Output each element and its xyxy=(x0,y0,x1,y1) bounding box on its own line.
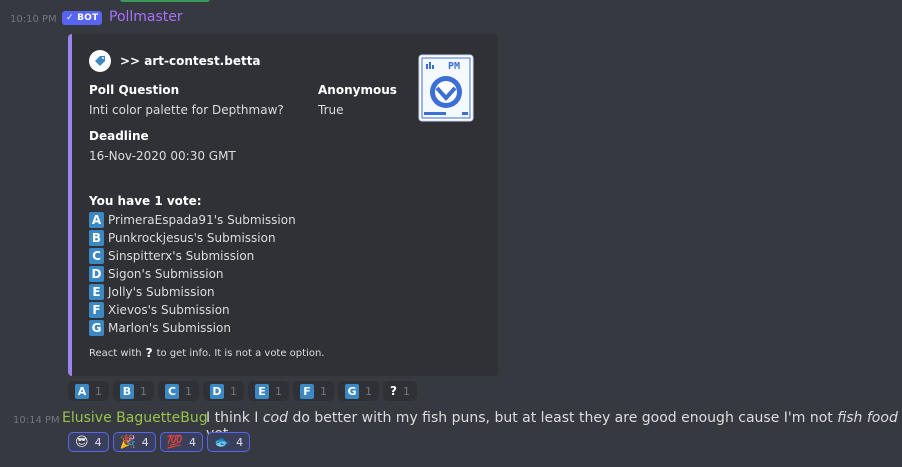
message-reactions: 😎 4 🎉 4 💯 4 🐟 4 xyxy=(68,432,251,452)
reaction-count: 1 xyxy=(365,384,372,398)
poll-reactions: A1 B1 C1 D1 E1 F1 G1 ? 1 xyxy=(68,381,417,401)
reaction-count: 1 xyxy=(230,384,237,398)
option-label: PrimeraEspada91's Submission xyxy=(108,213,296,227)
message-timestamp: 10:14 PM xyxy=(13,415,60,426)
poll-option-e: E Jolly's Submission xyxy=(89,284,215,300)
fish-emoji-icon: 🐟 xyxy=(213,434,231,450)
previous-message-fragment xyxy=(120,0,210,2)
reaction-count: 1 xyxy=(320,384,327,398)
field-value-deadline: 16-Nov-2020 00:30 GMT xyxy=(89,149,236,163)
option-label: Xievos's Submission xyxy=(108,303,230,317)
field-value-poll-question: Inti color palette for Depthmaw? xyxy=(89,103,284,117)
reaction-count: 1 xyxy=(275,384,282,398)
pollmaster-logo-icon: PM xyxy=(418,54,474,122)
tag-icon xyxy=(89,50,111,72)
poll-option-b: B Punkrockjesus's Submission xyxy=(89,230,276,246)
poll-option-g: G Marlon's Submission xyxy=(89,320,231,336)
embed-author: >> art-contest.betta xyxy=(89,50,261,72)
letter-a-icon: A xyxy=(89,212,104,228)
reaction-hundred[interactable]: 💯 4 xyxy=(159,432,203,452)
letter-b-icon: B xyxy=(89,230,104,246)
votes-title: You have 1 vote: xyxy=(89,194,202,208)
letter-f-icon: F xyxy=(300,383,314,399)
reaction-e[interactable]: E1 xyxy=(248,381,289,401)
message-text: I think I xyxy=(206,410,263,426)
letter-f-icon: F xyxy=(89,302,104,318)
option-label: Jolly's Submission xyxy=(108,285,215,299)
poll-option-a: A PrimeraEspada91's Submission xyxy=(89,212,296,228)
reaction-party[interactable]: 🎉 4 xyxy=(112,432,156,452)
letter-e-icon: E xyxy=(89,284,104,300)
reaction-count: 4 xyxy=(141,435,149,449)
message-text-italic: fish food xyxy=(837,410,898,426)
embed-footer: React with ? to get info. It is not a vo… xyxy=(89,346,324,360)
letter-c-icon: C xyxy=(89,248,104,264)
poll-embed: >> art-contest.betta PM Poll Question In… xyxy=(68,34,498,376)
field-name-deadline: Deadline xyxy=(89,129,149,143)
reaction-count: 4 xyxy=(236,435,244,449)
message-author[interactable]: Elusive BaguetteBug xyxy=(62,410,208,426)
poll-option-d: D Sigon's Submission xyxy=(89,266,224,282)
field-name-poll-question: Poll Question xyxy=(89,83,180,97)
reaction-d[interactable]: D1 xyxy=(203,381,244,401)
reaction-b[interactable]: B1 xyxy=(113,381,154,401)
letter-d-icon: D xyxy=(89,266,104,282)
letter-b-icon: B xyxy=(120,383,134,399)
reaction-c[interactable]: C1 xyxy=(158,381,199,401)
reaction-fish[interactable]: 🐟 4 xyxy=(206,432,251,452)
sunglasses-emoji-icon: 😎 xyxy=(75,434,89,450)
reaction-count: 4 xyxy=(94,435,102,449)
reaction-count: 1 xyxy=(185,384,192,398)
bot-badge: ✓ BOT xyxy=(62,11,103,25)
thumbnail-label: PM xyxy=(448,61,460,72)
letter-a-icon: A xyxy=(75,383,89,399)
option-label: Sigon's Submission xyxy=(108,267,224,281)
letter-e-icon: E xyxy=(255,383,269,399)
option-label: Punkrockjesus's Submission xyxy=(108,231,276,245)
embed-author-name[interactable]: >> art-contest.betta xyxy=(120,54,261,68)
party-popper-emoji-icon: 🎉 xyxy=(119,434,136,450)
reaction-f[interactable]: F1 xyxy=(293,381,334,401)
option-label: Marlon's Submission xyxy=(108,321,231,335)
reaction-question[interactable]: ? 1 xyxy=(383,381,417,401)
message-timestamp: 10:10 PM xyxy=(10,14,57,25)
footer-text-after: to get info. It is not a vote option. xyxy=(156,347,325,359)
message-text: do better with my fish puns, but at leas… xyxy=(288,410,838,426)
poll-option-f: F Xievos's Submission xyxy=(89,302,230,318)
hundred-points-emoji-icon: 💯 xyxy=(166,434,183,450)
message-author[interactable]: Pollmaster xyxy=(109,9,183,25)
poll-option-c: C Sinspitterx's Submission xyxy=(89,248,254,264)
option-label: Sinspitterx's Submission xyxy=(108,249,255,263)
question-mark-icon: ? xyxy=(390,384,397,398)
letter-d-icon: D xyxy=(210,383,224,399)
message-text-italic: cod xyxy=(262,410,288,426)
reaction-count: 1 xyxy=(402,384,410,398)
letter-g-icon: G xyxy=(89,320,104,336)
reaction-g[interactable]: G1 xyxy=(338,381,379,401)
reaction-a[interactable]: A1 xyxy=(68,381,109,401)
reaction-count: 1 xyxy=(95,384,102,398)
letter-c-icon: C xyxy=(165,383,179,399)
field-name-anonymous: Anonymous xyxy=(318,83,397,97)
reaction-count: 1 xyxy=(140,384,147,398)
footer-text-before: React with xyxy=(89,347,142,359)
reaction-count: 4 xyxy=(188,435,196,449)
question-mark-icon: ? xyxy=(145,346,153,360)
reaction-sunglasses[interactable]: 😎 4 xyxy=(68,432,109,452)
field-value-anonymous: True xyxy=(318,103,344,117)
message-content: I think I cod do better with my fish pun… xyxy=(206,410,902,442)
letter-g-icon: G xyxy=(345,383,359,399)
